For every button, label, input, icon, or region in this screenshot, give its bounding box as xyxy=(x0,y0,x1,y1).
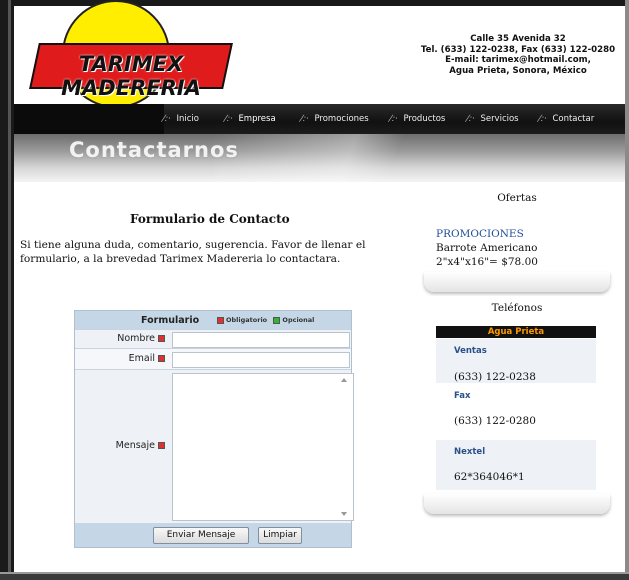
form-row-message: Mensaje xyxy=(75,369,354,523)
fax-label: Fax xyxy=(454,391,471,401)
scroll-up-icon[interactable] xyxy=(341,378,347,382)
sales-phone: (633) 122-0238 xyxy=(454,371,536,383)
contact-form: Formulario Obligatorio Opcional Nombre E… xyxy=(74,310,354,548)
header-phone: Tel. (633) 122-0238, Fax (633) 122-0280 xyxy=(420,44,616,55)
site-header: TARIMEX MADERERIA Calle 35 Avenida 32 Te… xyxy=(14,0,625,108)
phones-box: Teléfonos Agua Prieta Ventas (633) 122-0… xyxy=(424,296,610,518)
promo-title[interactable]: PROMOCIONES xyxy=(436,228,524,240)
email-label: Email xyxy=(129,353,165,364)
nav-item-contactar[interactable]: /:· Contactar xyxy=(536,112,594,126)
required-marker-icon xyxy=(217,316,224,324)
optional-marker-icon xyxy=(273,316,281,324)
nextel-number: 62*364046*1 xyxy=(454,471,525,483)
logo-text[interactable]: TARIMEX MADERERIA xyxy=(26,52,236,100)
sales-label: Ventas xyxy=(454,346,487,356)
header-city: Agua Prieta, Sonora, México xyxy=(449,65,587,76)
nav-item-servicios[interactable]: /:· Servicios xyxy=(464,112,518,126)
email-input[interactable] xyxy=(172,352,350,368)
offers-box: Ofertas PROMOCIONES Barrote Americano 2"… xyxy=(424,188,610,294)
nav-item-empresa[interactable]: /:· Empresa xyxy=(222,112,275,126)
scroll-down-icon[interactable] xyxy=(341,512,347,516)
window-frame-bottom xyxy=(0,572,629,580)
fax-number: (633) 122-0280 xyxy=(454,415,536,427)
location-header: Agua Prieta xyxy=(436,326,596,338)
main-nav: /:· Inicio /:· Empresa /:· Promociones /:· P… xyxy=(14,104,625,134)
header-address: Calle 35 Avenida 32 xyxy=(470,34,566,44)
nav-item-inicio[interactable]: /:· Inicio xyxy=(160,112,199,126)
promo-item: Barrote Americano xyxy=(436,242,538,254)
reset-button[interactable]: Limpiar xyxy=(258,527,302,544)
form-heading: Formulario de Contacto xyxy=(130,212,290,226)
form-legend: Obligatorio Opcional xyxy=(217,316,314,324)
submit-button[interactable]: Enviar Mensaje xyxy=(153,527,249,544)
message-textarea[interactable] xyxy=(172,373,354,521)
name-label: Nombre xyxy=(117,333,165,344)
form-row-name: Nombre xyxy=(75,329,351,348)
form-header: Formulario Obligatorio Opcional xyxy=(75,311,351,329)
nextel-label: Nextel xyxy=(454,447,486,457)
window-frame-right xyxy=(625,0,629,580)
promo-price: 2"x4"x16"= $78.00 xyxy=(436,256,538,268)
header-email: E-mail: tarimex@hotmail.com, xyxy=(445,55,591,65)
required-marker-icon xyxy=(158,335,165,342)
page-banner: Contactarnos xyxy=(14,134,625,182)
required-marker-icon xyxy=(158,442,165,449)
intro-text: Si tiene alguna duda, comentario, sugere… xyxy=(20,239,366,265)
required-marker-icon xyxy=(158,355,165,362)
nav-item-productos[interactable]: /:· Productos xyxy=(387,112,445,126)
form-title: Formulario xyxy=(141,315,200,326)
form-row-email: Email xyxy=(75,348,351,369)
name-input[interactable] xyxy=(172,332,350,348)
message-label: Mensaje xyxy=(116,440,165,451)
phones-title: Teléfonos xyxy=(491,302,543,314)
header-contact-info: Calle 35 Avenida 32 Tel. (633) 122-0238,… xyxy=(413,34,623,76)
offers-title: Ofertas xyxy=(497,192,537,204)
nav-item-promociones[interactable]: /:· Promociones xyxy=(298,112,369,126)
page-title: Contactarnos xyxy=(69,138,239,162)
window-frame-left xyxy=(0,0,14,580)
